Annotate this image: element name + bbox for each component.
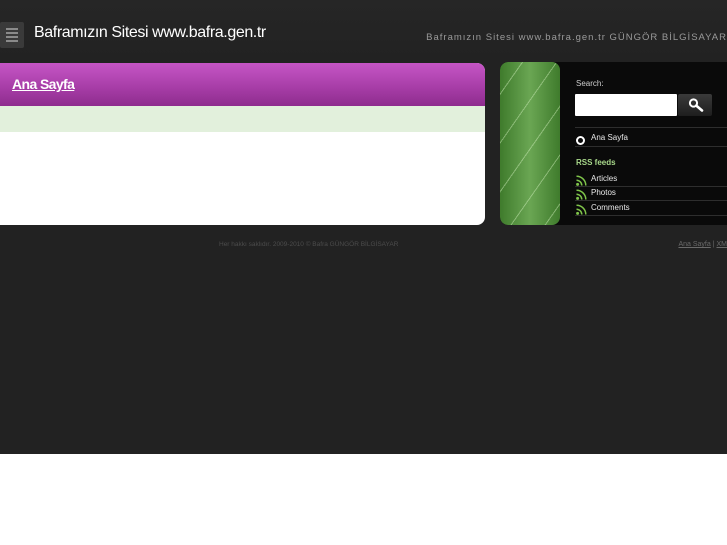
sidebar-item-home[interactable]: Ana Sayfa (591, 133, 628, 142)
footer-link-xml[interactable]: XM (717, 241, 727, 248)
rss-item-articles[interactable]: Articles (576, 174, 726, 186)
page-title-bar: Ana Sayfa (0, 63, 485, 106)
rss-label: Photos (591, 188, 616, 197)
rss-label: Comments (591, 203, 630, 212)
rss-icon (576, 175, 587, 186)
rss-heading: RSS feeds (576, 158, 616, 167)
content-band-edge (0, 129, 485, 134)
rss-item-photos[interactable]: Photos (576, 188, 726, 200)
rss-icon (576, 189, 587, 200)
rss-label: Articles (591, 174, 618, 183)
menu-icon[interactable] (0, 22, 24, 48)
footer-copyright: Her hakkı saklıdır. 2009-2010 © Bafra GÜ… (219, 241, 399, 248)
footer-links: Ana Sayfa | XM (678, 241, 727, 248)
rss-icon (576, 204, 587, 215)
search-label: Search: (576, 79, 604, 88)
divider (575, 186, 727, 187)
divider (575, 127, 727, 128)
divider (575, 200, 727, 201)
page-title-link[interactable]: Ana Sayfa (12, 76, 75, 92)
search-icon (688, 98, 704, 112)
circle-icon (576, 136, 585, 145)
footer-separator: | (712, 241, 715, 248)
rss-item-comments[interactable]: Comments (576, 203, 726, 215)
footer-link-home[interactable]: Ana Sayfa (678, 241, 710, 248)
search-button[interactable] (678, 94, 712, 116)
site-description: Baframızın Sitesi www.bafra.gen.tr GÜNGÖ… (426, 32, 727, 43)
leaf-decoration (500, 62, 560, 225)
site-title[interactable]: Baframızın Sitesi www.bafra.gen.tr (34, 24, 266, 42)
divider (575, 146, 727, 147)
sidebar: Search: Ana Sayfa RSS feeds Articles Pho… (500, 62, 727, 225)
divider (575, 215, 727, 216)
main-content: Ana Sayfa (0, 63, 485, 225)
search-input[interactable] (575, 94, 677, 116)
header: Baframızın Sitesi www.bafra.gen.tr Bafra… (0, 0, 727, 62)
